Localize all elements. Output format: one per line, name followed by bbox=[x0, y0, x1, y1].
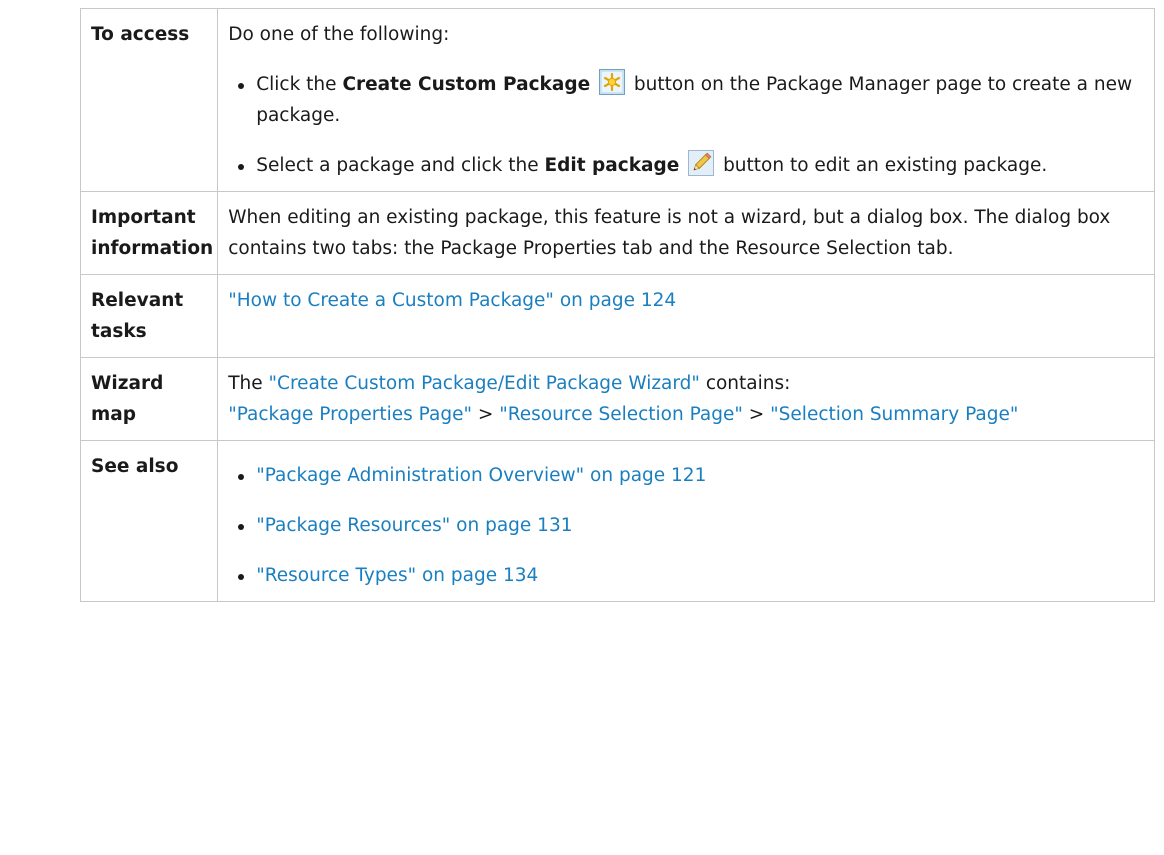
wizard-intro-post: contains: bbox=[699, 373, 791, 394]
label-to-access: To access bbox=[79, 8, 219, 192]
link-resource-types[interactable]: "Resource Types" on page 134 bbox=[256, 565, 538, 586]
label-see-also: See also bbox=[79, 440, 219, 602]
see-also-item: "Package Resources" on page 131 bbox=[228, 510, 1144, 541]
wizard-intro-pre: The bbox=[228, 373, 269, 394]
create-custom-package-icon bbox=[599, 69, 626, 95]
row-relevant-tasks: Relevant tasks "How to Create a Custom P… bbox=[79, 274, 1155, 358]
row-wizard-map: Wizard map The "Create Custom Package/Ed… bbox=[79, 357, 1155, 441]
label-important-information: Important information bbox=[79, 191, 219, 275]
link-resource-selection-page[interactable]: "Resource Selection Page" bbox=[499, 404, 743, 425]
content-see-also: "Package Administration Overview" on pag… bbox=[217, 440, 1155, 602]
link-how-to-create-custom-package[interactable]: "How to Create a Custom Package" on page… bbox=[228, 290, 676, 311]
label-wizard-map: Wizard map bbox=[79, 357, 219, 441]
access-intro: Do one of the following: bbox=[228, 24, 450, 45]
access-item-create-bold: Create Custom Package bbox=[342, 74, 591, 95]
link-package-resources[interactable]: "Package Resources" on page 131 bbox=[256, 515, 572, 536]
access-item-edit-pre: Select a package and click the bbox=[256, 155, 545, 176]
reference-table: To access Do one of the following: Click… bbox=[79, 8, 1155, 602]
link-selection-summary-page[interactable]: "Selection Summary Page" bbox=[770, 404, 1018, 425]
row-to-access: To access Do one of the following: Click… bbox=[79, 8, 1155, 192]
access-list: Click the Create Custom Package button o… bbox=[228, 69, 1144, 181]
see-also-item: "Package Administration Overview" on pag… bbox=[228, 460, 1144, 491]
link-create-custom-package-wizard[interactable]: "Create Custom Package/Edit Package Wiza… bbox=[269, 373, 700, 394]
wizard-intro: The "Create Custom Package/Edit Package … bbox=[228, 368, 1144, 399]
wizard-separator: > bbox=[742, 404, 771, 425]
row-important-information: Important information When editing an ex… bbox=[79, 191, 1155, 275]
label-relevant-tasks: Relevant tasks bbox=[79, 274, 219, 358]
access-item-edit: Select a package and click the Edit pack… bbox=[228, 150, 1144, 181]
edit-package-icon bbox=[688, 150, 715, 176]
access-item-create: Click the Create Custom Package button o… bbox=[228, 69, 1144, 131]
link-package-properties-page[interactable]: "Package Properties Page" bbox=[228, 404, 472, 425]
access-item-edit-bold: Edit package bbox=[544, 155, 680, 176]
wizard-separator: > bbox=[471, 404, 500, 425]
content-to-access: Do one of the following: Click the Creat… bbox=[217, 8, 1155, 192]
link-package-administration-overview[interactable]: "Package Administration Overview" on pag… bbox=[256, 465, 706, 486]
access-item-create-pre: Click the bbox=[256, 74, 343, 95]
content-relevant-tasks: "How to Create a Custom Package" on page… bbox=[217, 274, 1155, 358]
see-also-item: "Resource Types" on page 134 bbox=[228, 560, 1144, 591]
content-important-information: When editing an existing package, this f… bbox=[217, 191, 1155, 275]
content-wizard-map: The "Create Custom Package/Edit Package … bbox=[217, 357, 1155, 441]
see-also-list: "Package Administration Overview" on pag… bbox=[228, 460, 1144, 591]
access-item-edit-post: button to edit an existing package. bbox=[717, 155, 1048, 176]
row-see-also: See also "Package Administration Overvie… bbox=[79, 440, 1155, 602]
wizard-steps: "Package Properties Page" > "Resource Se… bbox=[228, 399, 1144, 430]
